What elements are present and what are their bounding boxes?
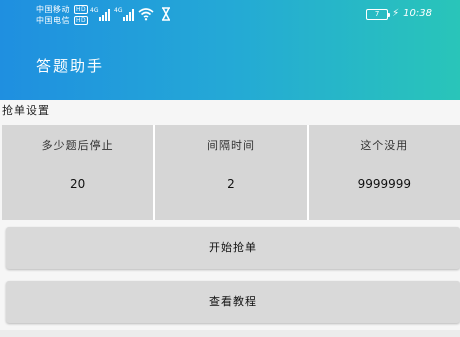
app-screen: 中国移动 HD 中国电信 HD 4G 4G 7 ⚡ 10:38 答题助手 抢单设… — [0, 0, 460, 337]
setting-value[interactable]: 20 — [2, 177, 153, 191]
hd-badge-2: HD — [74, 16, 89, 25]
battery-icon: 7 — [366, 8, 391, 20]
clock: 10:38 — [403, 8, 432, 19]
charging-icon: ⚡ — [392, 8, 400, 19]
carrier-2: 中国电信 — [36, 16, 70, 25]
hourglass-icon — [162, 7, 170, 21]
signal-indicators: 4G 4G — [90, 7, 174, 21]
setting-stop-after[interactable]: 多少题后停止 20 — [2, 125, 154, 220]
section-title: 抢单设置 — [2, 104, 50, 117]
bottom-divider — [0, 330, 460, 337]
start-grab-button[interactable]: 开始抢单 — [6, 227, 460, 269]
page-title: 答题助手 — [36, 57, 105, 75]
hd-badge-1: HD — [74, 5, 89, 14]
setting-label: 间隔时间 — [206, 139, 255, 152]
app-header: 答题助手 — [0, 33, 460, 100]
view-tutorial-button[interactable]: 查看教程 — [6, 281, 460, 323]
status-bar: 中国移动 HD 中国电信 HD 4G 4G 7 ⚡ 10:38 — [0, 0, 460, 33]
carrier-1: 中国移动 — [36, 5, 70, 14]
setting-label: 这个没用 — [360, 139, 409, 152]
setting-label: 多少题后停止 — [41, 139, 114, 152]
signal-icon: 4G — [90, 7, 110, 21]
setting-value[interactable]: 2 — [155, 177, 306, 191]
setting-value[interactable]: 9999999 — [309, 177, 460, 191]
settings-grid: 多少题后停止 20 间隔时间 2 这个没用 9999999 — [2, 125, 460, 220]
carrier-info: 中国移动 HD 中国电信 HD — [36, 4, 89, 26]
wifi-icon — [138, 8, 154, 21]
network-type-label: 4G — [114, 7, 123, 14]
setting-interval[interactable]: 间隔时间 2 — [155, 125, 307, 220]
network-type-label: 4G — [90, 7, 99, 14]
right-status: 7 ⚡ 10:38 — [366, 7, 432, 21]
setting-unused[interactable]: 这个没用 9999999 — [308, 125, 460, 220]
signal-icon: 4G — [114, 7, 134, 21]
